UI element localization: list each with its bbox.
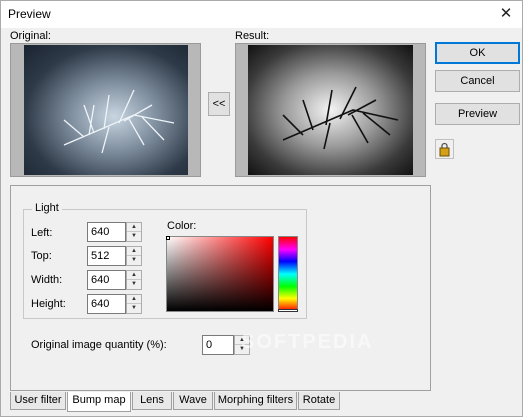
height-label: Height: — [31, 298, 66, 310]
left-spinner[interactable]: ▲ ▼ — [126, 222, 142, 242]
spin-down-icon[interactable]: ▼ — [127, 304, 141, 313]
original-label: Original: — [10, 30, 51, 42]
tab-morphing-filters[interactable]: Morphing filters — [214, 392, 297, 410]
cancel-button[interactable]: Cancel — [435, 70, 520, 92]
window-title: Preview — [8, 7, 51, 21]
original-image-frame — [10, 43, 201, 177]
spin-down-icon[interactable]: ▼ — [127, 280, 141, 289]
left-input[interactable]: 640 — [87, 222, 126, 242]
height-spinner[interactable]: ▲ ▼ — [126, 294, 142, 314]
left-label: Left: — [31, 227, 53, 239]
color-label: Color: — [167, 220, 197, 232]
hue-slider-thumb[interactable] — [278, 309, 298, 312]
width-input[interactable]: 640 — [87, 270, 126, 290]
lock-icon — [439, 142, 450, 157]
spin-down-icon[interactable]: ▼ — [127, 256, 141, 265]
lock-button[interactable] — [435, 139, 454, 159]
result-image — [248, 45, 413, 175]
spin-up-icon[interactable]: ▲ — [127, 295, 141, 304]
tab-lens[interactable]: Lens — [132, 392, 172, 410]
light-group-title: Light — [32, 202, 62, 214]
quantity-input[interactable]: 0 — [202, 335, 234, 355]
tab-user-filter[interactable]: User filter — [10, 392, 66, 410]
top-label: Top: — [31, 250, 52, 262]
spin-up-icon[interactable]: ▲ — [127, 223, 141, 232]
close-button[interactable]: ✕ — [492, 1, 520, 27]
preview-button[interactable]: Preview — [435, 103, 520, 125]
result-label: Result: — [235, 30, 270, 42]
quantity-label: Original image quantity (%): — [31, 339, 167, 351]
result-image-frame — [235, 43, 426, 177]
bump-map-picture — [282, 86, 399, 150]
hue-slider[interactable] — [278, 236, 298, 312]
watermark-text: SOFTPEDIA — [241, 331, 374, 353]
spin-down-icon[interactable]: ▼ — [127, 232, 141, 241]
tab-rotate[interactable]: Rotate — [298, 392, 340, 410]
color-picker-cursor[interactable] — [166, 236, 170, 240]
top-input[interactable]: 512 — [87, 246, 126, 266]
width-spinner[interactable]: ▲ ▼ — [126, 270, 142, 290]
tab-bump-map[interactable]: Bump map — [67, 392, 131, 412]
width-label: Width: — [31, 274, 63, 286]
tab-wave[interactable]: Wave — [173, 392, 213, 410]
top-spinner[interactable]: ▲ ▼ — [126, 246, 142, 266]
title-bar: Preview ✕ — [1, 1, 522, 28]
copy-to-original-button[interactable]: << — [208, 92, 230, 116]
height-input[interactable]: 640 — [87, 294, 126, 314]
color-picker-field[interactable] — [166, 236, 274, 312]
spin-up-icon[interactable]: ▲ — [127, 247, 141, 256]
preview-dialog: Preview ✕ Original: << Result: OK Cancel… — [0, 0, 523, 417]
spin-up-icon[interactable]: ▲ — [127, 271, 141, 280]
frost-thorn-picture — [63, 89, 175, 154]
ok-button[interactable]: OK — [435, 42, 520, 64]
original-image — [24, 45, 188, 175]
